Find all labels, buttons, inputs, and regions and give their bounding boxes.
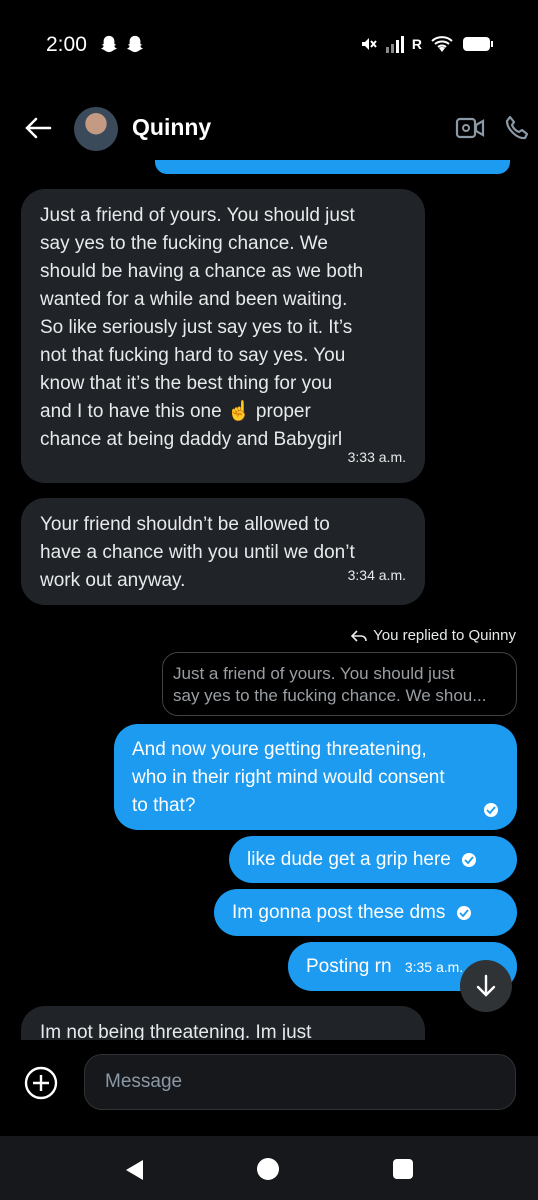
scroll-to-bottom-button[interactable] [460, 960, 512, 1012]
message-bubble-outgoing[interactable]: Im gonna post these dms [214, 889, 517, 936]
message-time: 3:34 a.m. [347, 567, 406, 583]
message-line: like dude get a grip here [247, 849, 451, 870]
contact-name[interactable]: Quinny [132, 114, 211, 141]
message-line: Posting rn [306, 956, 392, 977]
nav-home-button[interactable] [257, 1158, 279, 1180]
contact-avatar[interactable] [74, 107, 118, 151]
message-line: Your friend shouldn’t be allowed to [40, 514, 330, 535]
video-call-icon[interactable] [455, 116, 485, 140]
nav-back-icon[interactable] [124, 1159, 144, 1181]
previous-message-edge [155, 160, 510, 174]
read-check-icon [462, 852, 477, 867]
message-line: and I to have this one ☝️ proper [40, 401, 311, 422]
battery-icon [463, 37, 493, 51]
message-line: wanted for a while and been waiting. [40, 289, 348, 310]
quote-line: Just a friend of yours. You should just [173, 664, 455, 683]
quoted-message[interactable]: Just a friend of yours. You should just … [162, 652, 517, 716]
arrow-down-icon [476, 974, 496, 997]
quote-line: say yes to the fucking chance. We shou..… [173, 686, 487, 705]
signal-icon [385, 36, 404, 53]
reply-indicator: You replied to Quinny [351, 627, 516, 644]
message-line: Just a friend of yours. You should just [40, 205, 355, 226]
message-line: who in their right mind would consent [132, 767, 445, 788]
status-bar: 2:00 R [0, 0, 538, 90]
message-bubble-incoming[interactable]: Your friend shouldn’t be allowed to have… [21, 498, 425, 605]
status-icons: R [358, 34, 494, 54]
read-check-icon [484, 803, 498, 817]
add-attachment-icon[interactable] [23, 1065, 59, 1101]
message-line: Im gonna post these dms [232, 902, 446, 923]
message-line: say yes to the fucking chance. We [40, 233, 328, 254]
message-line: not that fucking hard to say yes. You [40, 345, 346, 366]
message-line: to that? [132, 795, 196, 816]
message-time: 3:33 a.m. [347, 449, 406, 465]
reply-arrow-icon [351, 629, 367, 642]
message-bubble-outgoing[interactable]: like dude get a grip here [229, 836, 517, 883]
wifi-icon [431, 36, 453, 52]
back-arrow-icon[interactable] [24, 116, 52, 140]
snapchat-icon [100, 35, 118, 53]
read-check-icon [456, 905, 471, 920]
message-line: know that it’s the best thing for you [40, 373, 333, 394]
message-time: 3:35 a.m. [404, 959, 464, 975]
message-bubble-incoming[interactable]: Just a friend of yours. You should just … [21, 189, 425, 483]
message-line: And now youre getting threatening, [132, 739, 427, 760]
message-input[interactable]: Message [84, 1054, 516, 1110]
message-line: So like seriously just say yes to it. It… [40, 317, 353, 338]
reply-label-text: You replied to Quinny [373, 627, 516, 644]
network-label: R [411, 36, 422, 52]
nav-recents-button[interactable] [393, 1159, 413, 1179]
phone-call-icon[interactable] [503, 114, 531, 142]
message-bubble-outgoing[interactable]: And now youre getting threatening, who i… [114, 724, 517, 830]
message-line: should be having a chance as we both [40, 261, 364, 282]
status-time: 2:00 [46, 33, 87, 56]
mute-icon [361, 38, 377, 50]
snapchat-icon [126, 35, 144, 53]
